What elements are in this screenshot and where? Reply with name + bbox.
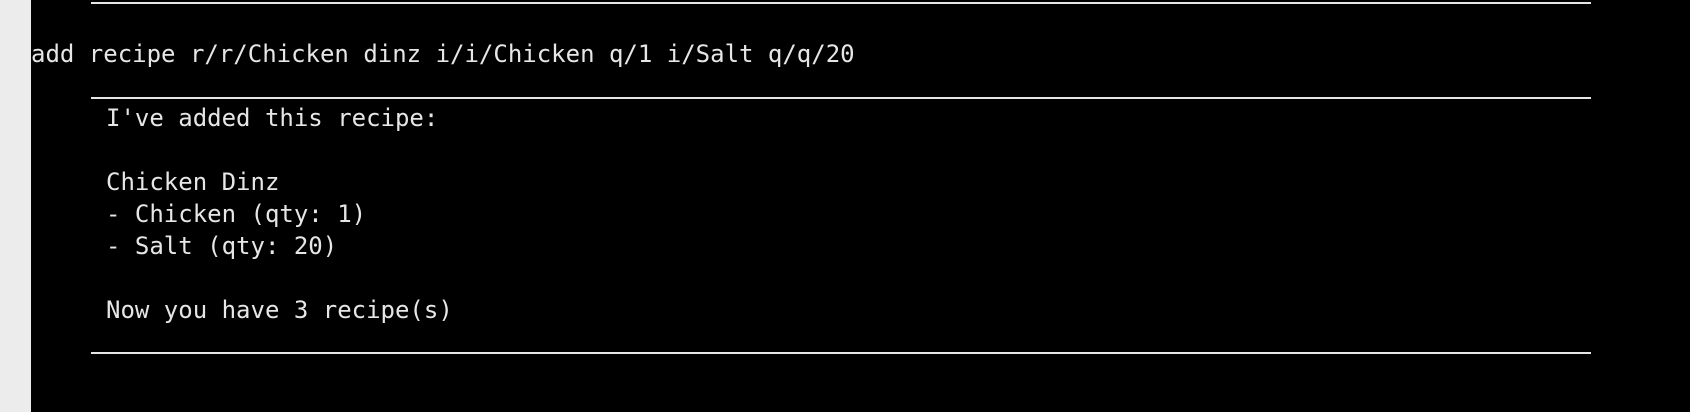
response-bottom-divider — [91, 352, 1591, 354]
response-header: I've added this recipe: — [106, 104, 439, 132]
top-divider — [91, 2, 1591, 4]
terminal-window: add recipe r/r/Chicken dinz i/i/Chicken … — [0, 0, 1690, 412]
ingredient-line: - Salt (qty: 20) — [106, 232, 338, 260]
window-left-edge — [0, 0, 31, 412]
ingredient-line: - Chicken (qty: 1) — [106, 200, 367, 228]
recipe-count-summary: Now you have 3 recipe(s) — [106, 296, 453, 324]
command-line: add recipe r/r/Chicken dinz i/i/Chicken … — [31, 40, 855, 68]
terminal-output-area[interactable]: add recipe r/r/Chicken dinz i/i/Chicken … — [31, 0, 1690, 412]
recipe-name: Chicken Dinz — [106, 168, 280, 196]
response-top-divider — [91, 97, 1591, 99]
